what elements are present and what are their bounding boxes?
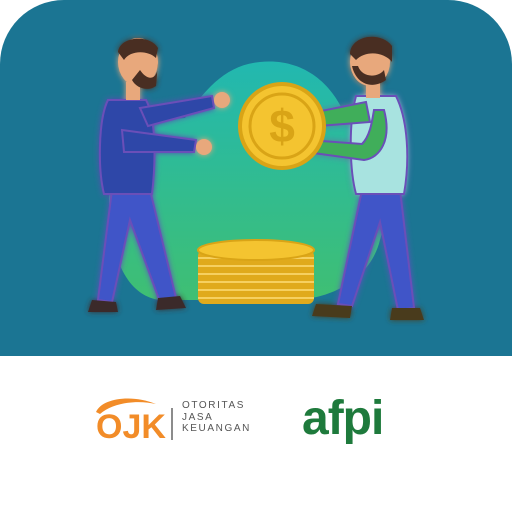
ojk-line-3: KEUANGAN (182, 423, 251, 434)
ojk-wordmark: OTORITAS JASA KEUANGAN (182, 400, 251, 435)
ojk-mark-text: OJK (96, 408, 166, 446)
money-exchange-illustration: $ (88, 36, 424, 320)
ojk-line-2: JASA (182, 411, 214, 423)
illustration-panel: $ (0, 0, 512, 356)
afpi-wordmark: afpi (302, 392, 383, 445)
ojk-line-1: OTORITAS (182, 400, 245, 411)
coin-symbol: $ (269, 100, 295, 152)
afpi-logo: afpi (300, 390, 420, 450)
coin-stack-icon (197, 239, 315, 304)
partner-logos-bar: OJK OTORITAS JASA KEUANGAN afpi (0, 356, 512, 512)
dollar-coin-icon: $ (238, 82, 326, 170)
app-icon: $ OJK OTORITAS JASA KEUANGAN afpi (0, 0, 512, 512)
ojk-logo: OJK OTORITAS JASA KEUANGAN (92, 378, 262, 448)
